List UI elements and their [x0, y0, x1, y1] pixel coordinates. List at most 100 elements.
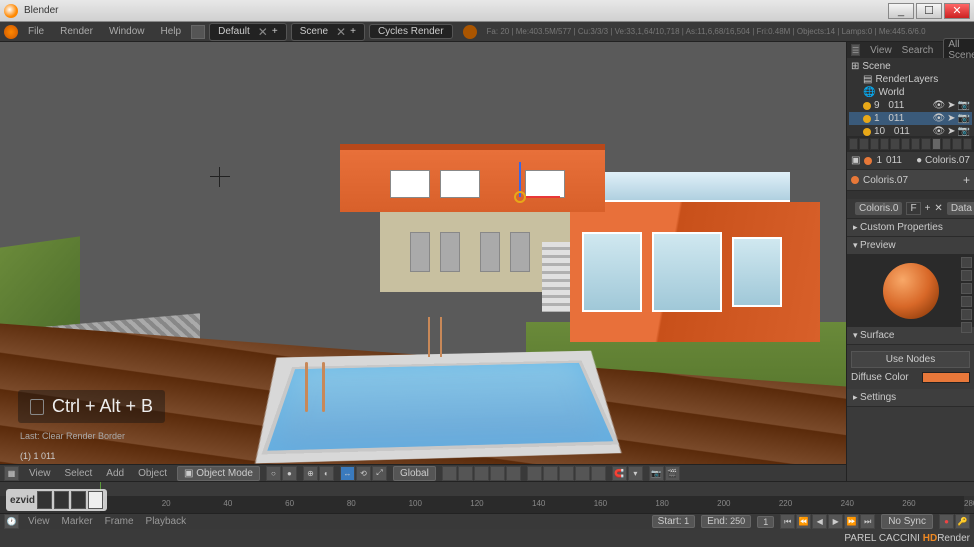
panel-custom-properties[interactable]: ▸ Custom Properties — [847, 219, 974, 237]
manipulator-translate-icon[interactable]: ↔ — [340, 466, 355, 481]
outliner-object-row[interactable]: 10 011👁➤📷 — [849, 125, 972, 136]
recorder-button[interactable] — [37, 491, 52, 509]
tab-particles[interactable] — [952, 138, 961, 150]
material-name-field[interactable]: Coloris.0 — [855, 202, 902, 215]
tab-scene[interactable] — [870, 138, 879, 150]
add-slot-button[interactable]: + — [963, 173, 970, 187]
eye-icon[interactable]: 👁 — [932, 100, 945, 111]
close-icon[interactable]: ✕ — [258, 25, 268, 39]
recorder-button[interactable] — [54, 491, 69, 509]
outliner-object-row[interactable]: 1 011👁➤📷 — [849, 112, 972, 125]
menu-help[interactable]: Help — [155, 26, 188, 37]
keyframe-next-icon[interactable]: ⏩ — [844, 514, 859, 529]
menu-select[interactable]: Select — [61, 468, 97, 479]
editor-type-icon[interactable]: ▦ — [4, 466, 19, 481]
manipulator-scale-icon[interactable]: ⤢ — [372, 466, 387, 481]
tab-physics[interactable] — [963, 138, 972, 150]
outliner-renderlayers-row[interactable]: ▤RenderLayers — [849, 73, 972, 86]
manipulator-rotate-icon[interactable]: ⟲ — [356, 466, 371, 481]
tab-modifiers[interactable] — [911, 138, 920, 150]
gizmo-x-axis[interactable] — [525, 196, 560, 198]
menu-playback[interactable]: Playback — [143, 516, 190, 527]
proportional-icon[interactable]: ◐ — [319, 466, 334, 481]
arrow-icon[interactable]: ➤ — [947, 113, 955, 124]
eye-icon[interactable]: 👁 — [932, 113, 945, 124]
tab-texture[interactable] — [942, 138, 951, 150]
end-frame-field[interactable]: End: 250 — [701, 515, 751, 528]
add-icon[interactable]: + — [272, 26, 278, 37]
layer-button[interactable] — [527, 466, 542, 481]
gizmo-origin[interactable] — [514, 191, 526, 203]
recorder-button[interactable] — [88, 491, 103, 509]
menu-frame[interactable]: Frame — [102, 516, 137, 527]
preview-monkey-icon[interactable] — [961, 296, 972, 307]
sync-mode-select[interactable]: No Sync — [881, 514, 933, 529]
jump-end-icon[interactable]: ⏭ — [860, 514, 875, 529]
snap-icon[interactable]: 🧲 — [612, 466, 627, 481]
shading-wireframe-icon[interactable]: ○ — [266, 466, 281, 481]
mode-selector[interactable]: ▣ Object Mode — [177, 466, 260, 481]
snap-type-icon[interactable]: ▾ — [628, 466, 643, 481]
menu-file[interactable]: File — [22, 26, 50, 37]
preview-hair-icon[interactable] — [961, 309, 972, 320]
pivot-icon[interactable]: ⊕ — [303, 466, 318, 481]
add-material-button[interactable]: + — [925, 203, 931, 214]
menu-view[interactable]: View — [25, 516, 53, 527]
outliner-menu-view[interactable]: View — [870, 45, 892, 56]
blender-org-icon[interactable] — [463, 25, 477, 39]
preview-flat-icon[interactable] — [961, 257, 972, 268]
editor-type-icon[interactable]: 🕐 — [4, 514, 19, 529]
outliner-menu-search[interactable]: Search — [902, 45, 934, 56]
layer-button[interactable] — [490, 466, 505, 481]
orientation-select[interactable]: Global — [393, 466, 436, 481]
editor-type-icon[interactable]: ☰ — [851, 44, 860, 56]
layer-button[interactable] — [559, 466, 574, 481]
keying-set-icon[interactable]: 🔑 — [955, 514, 970, 529]
diffuse-color-swatch[interactable] — [922, 372, 970, 383]
outliner-scene-row[interactable]: ⊞Scene — [849, 60, 972, 73]
preview-world-icon[interactable] — [961, 322, 972, 333]
outliner[interactable]: ⊞Scene ▤RenderLayers 🌐World 9 011👁➤📷 1 0… — [847, 58, 974, 136]
tab-render[interactable] — [849, 138, 858, 150]
tab-world[interactable] — [880, 138, 889, 150]
eye-icon[interactable]: 👁 — [932, 126, 945, 136]
material-link-select[interactable]: Data — [947, 202, 974, 215]
shading-solid-icon[interactable]: ● — [282, 466, 297, 481]
use-nodes-button[interactable]: Use Nodes — [851, 351, 970, 368]
layer-button[interactable] — [458, 466, 473, 481]
layer-button[interactable] — [543, 466, 558, 481]
preview-cube-icon[interactable] — [961, 283, 972, 294]
jump-start-icon[interactable]: ⏮ — [780, 514, 795, 529]
panel-settings[interactable]: ▸ Settings — [847, 389, 974, 407]
arrow-icon[interactable]: ➤ — [947, 126, 955, 136]
tab-constraints[interactable] — [901, 138, 910, 150]
layer-button[interactable] — [474, 466, 489, 481]
menu-window[interactable]: Window — [103, 26, 151, 37]
keyframe-prev-icon[interactable]: ⏪ — [796, 514, 811, 529]
camera-icon[interactable]: 📷 — [958, 100, 970, 111]
camera-icon[interactable]: 📷 — [958, 126, 970, 136]
panel-surface[interactable]: ▾ Surface — [847, 327, 974, 345]
menu-render[interactable]: Render — [54, 26, 99, 37]
timeline-ruler[interactable]: 020406080100120140160180200220240260280 — [100, 496, 964, 514]
recorder-button[interactable] — [71, 491, 86, 509]
outliner-object-row[interactable]: 9 011👁➤📷 — [849, 99, 972, 112]
layer-button[interactable] — [575, 466, 590, 481]
tab-data[interactable] — [921, 138, 930, 150]
preview-sphere-icon[interactable] — [961, 270, 972, 281]
add-icon[interactable]: + — [350, 26, 356, 37]
unlink-material-button[interactable]: ✕ — [934, 203, 942, 214]
layer-button[interactable] — [591, 466, 606, 481]
start-frame-field[interactable]: Start: 1 — [652, 515, 695, 528]
close-icon[interactable]: ✕ — [336, 25, 346, 39]
render-engine-select[interactable]: Cycles Render — [369, 24, 453, 39]
outliner-world-row[interactable]: 🌐World — [849, 86, 972, 99]
render-icon[interactable]: 📷 — [649, 466, 664, 481]
panel-preview[interactable]: ▾ Preview — [847, 237, 974, 255]
record-icon[interactable]: ● — [939, 514, 954, 529]
material-slot[interactable]: Coloris.07 + — [847, 170, 974, 191]
layer-button[interactable] — [506, 466, 521, 481]
scene-select[interactable]: Scene✕+ — [291, 23, 365, 41]
play-reverse-icon[interactable]: ◀ — [812, 514, 827, 529]
camera-icon[interactable]: 📷 — [958, 113, 970, 124]
